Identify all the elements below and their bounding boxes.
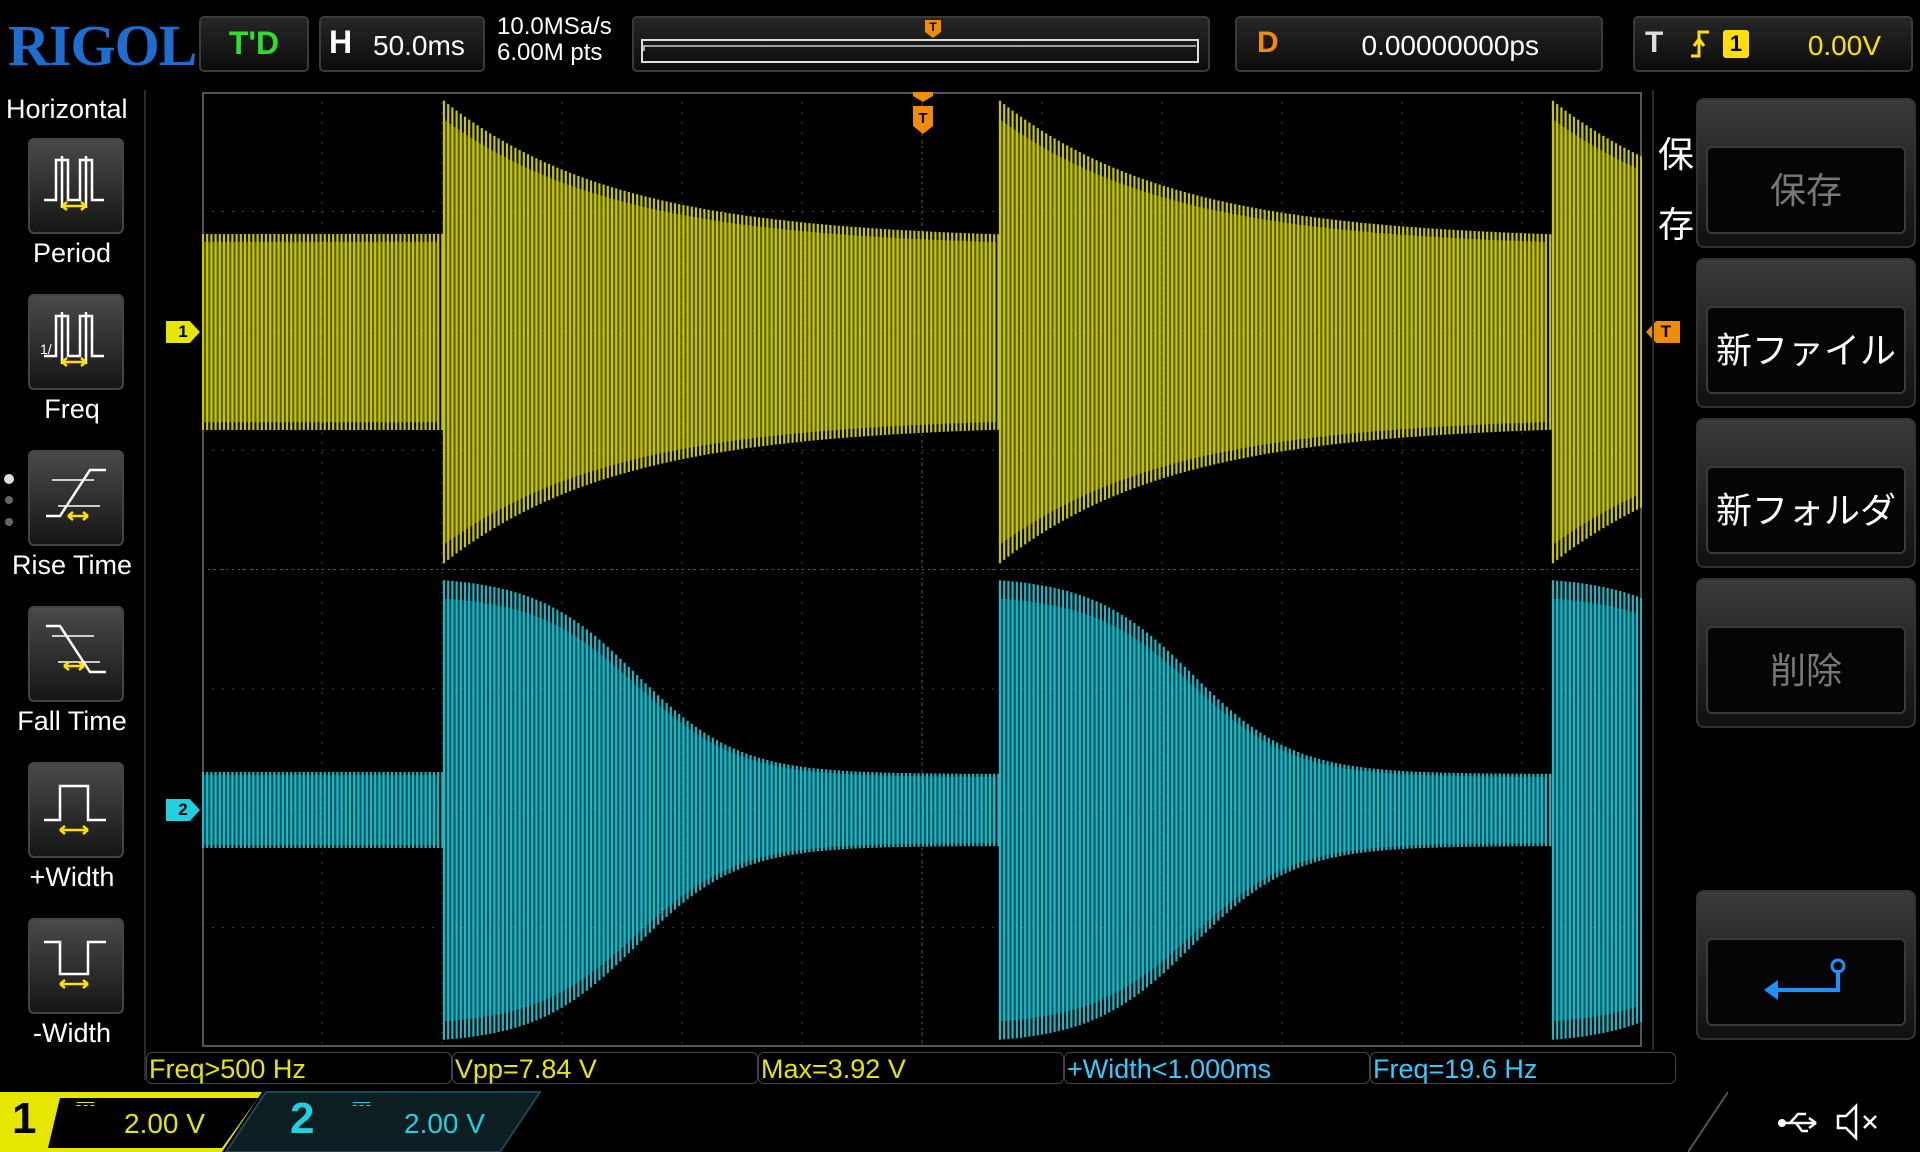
softkey-save[interactable]: 保存 [1696,98,1916,248]
ch1-number: 1 [12,1094,37,1143]
memory-overview[interactable]: T [632,16,1210,72]
ch2-waveform [202,580,1642,1040]
ch2-offset-marker[interactable]: 2 [166,799,200,821]
period-icon[interactable] [28,138,124,234]
sample-rate: 10.0MSa/s [497,13,612,40]
memory-depth: 6.00M pts [497,39,603,66]
softkey-new-folder[interactable]: 新フォルダ [1696,418,1916,568]
rigol-logo: RIGOL [8,13,197,78]
measure-freq-label: Freq [44,394,100,424]
trigger-display[interactable]: T 1 0.00V [1633,16,1913,72]
timebase-display[interactable]: H 50.0ms [319,16,485,72]
return-arrow-icon [1706,938,1906,1026]
delay-key: D [1257,26,1279,59]
delay-display[interactable]: D 0.00000000ps [1235,16,1603,72]
ch2-status[interactable]: 2 ⎓ 2.00 V [260,1088,520,1152]
measurement-result-1[interactable]: Freq>500 Hz [146,1052,452,1084]
dc-coupling-icon: ⎓ [76,1090,96,1117]
acquisition-info: 10.0MSa/s 6.00M pts [497,14,612,66]
page-indicator [4,474,14,526]
menu-title-line1: 保 [1658,134,1695,175]
rise-time-icon[interactable] [28,450,124,546]
measurement-results: Freq>500 Hz Vpp=7.84 V Max=3.92 V +Width… [146,1052,1680,1086]
trigger-level: 0.00V [1807,30,1881,61]
svg-text:1/: 1/ [40,341,52,357]
softkey-new-file[interactable]: 新ファイル [1696,258,1916,408]
ch2-scale: 2.00 V [404,1108,485,1139]
ch2-number: 2 [290,1094,315,1143]
trigger-key: T [1645,26,1664,59]
ch1-status[interactable]: 1 ⎓ 2.00 V [0,1088,240,1152]
measurement-result-3[interactable]: Max=3.92 V [758,1052,1064,1084]
trigger-position-marker: T [925,20,941,38]
dc-coupling-icon: ⎓ [352,1090,372,1117]
trigger-time-label: T [918,110,927,127]
softkey-delete-label: 削除 [1706,626,1906,714]
menu-title-line2: 存 [1658,204,1695,245]
timebase-value: 50.0ms [373,30,465,61]
sound-muted-icon[interactable] [1834,1102,1884,1142]
timebase-key: H [329,24,353,60]
measurement-result-2[interactable]: Vpp=7.84 V [452,1052,758,1084]
channel-bar: 1 ⎓ 2.00 V 2 ⎓ 2.00 V [0,1088,1920,1152]
trigger-source-badge: 1 [1723,30,1749,58]
menu-title: 保 存 [1658,120,1698,260]
waveform-overview: T [641,20,1199,63]
ch1-offset-marker[interactable]: 1 [166,321,200,343]
measure-period-label: Period [32,238,112,268]
measure-fall-time-label: Fall Time [17,706,127,736]
ch1-scale: 2.00 V [124,1108,205,1139]
save-menu: 保 存 保存 新ファイル 新フォルダ 削除 [1652,90,1920,1050]
measurement-result-4[interactable]: +Width<1.000ms [1064,1052,1370,1084]
softkey-save-label: 保存 [1706,146,1906,234]
softkey-new-file-label: 新ファイル [1706,306,1906,394]
measure-negative-width-label: -Width [32,1018,111,1048]
freq-icon[interactable]: 1/ [28,294,124,390]
softkey-delete[interactable]: 削除 [1696,578,1916,728]
measure-category-title: Horizontal [6,94,128,124]
softkey-new-folder-label: 新フォルダ [1706,466,1906,554]
trigger-time-marker[interactable]: T [913,92,933,134]
negative-width-icon[interactable] [28,918,124,1014]
positive-width-icon[interactable] [28,762,124,858]
measure-panel: Horizontal Period 1/ Freq Rise Time Fall… [0,90,146,1080]
run-state-indicator[interactable]: T'D [199,16,309,72]
measurement-result-5[interactable]: Freq=19.6 Hz [1370,1052,1676,1084]
softkey-back[interactable] [1696,890,1916,1040]
fall-time-icon[interactable] [28,606,124,702]
usb-icon [1778,1112,1817,1133]
waveform-display[interactable]: T [202,92,1642,1047]
rising-edge-icon [1691,30,1709,58]
measure-positive-width-label: +Width [29,862,115,892]
delay-value: 0.00000000ps [1361,30,1539,61]
trigger-position-label: T [929,20,937,34]
measure-rise-time-label: Rise Time [11,550,133,580]
